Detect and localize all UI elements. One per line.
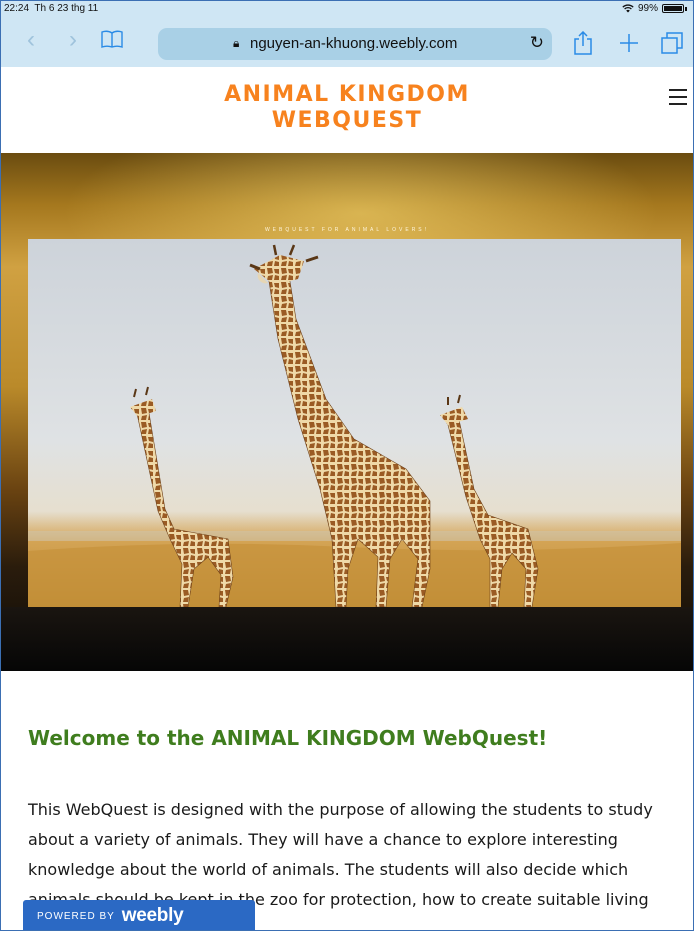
- wifi-icon: [622, 4, 634, 13]
- bookmarks-icon[interactable]: [101, 30, 123, 48]
- tabs-icon[interactable]: [661, 32, 683, 54]
- weebly-logo: weebly: [121, 905, 184, 926]
- new-tab-icon[interactable]: [619, 33, 639, 53]
- share-icon[interactable]: [573, 31, 593, 55]
- url-text: nguyen-an-khuong.weebly.com: [250, 35, 458, 52]
- giraffe-photo: [28, 239, 681, 607]
- site-header: ANIMAL KINGDOM WEBQUEST: [1, 67, 693, 153]
- site-title[interactable]: ANIMAL KINGDOM WEBQUEST: [1, 82, 693, 134]
- back-icon[interactable]: ‹: [27, 25, 35, 55]
- giraffes-illustration: [28, 244, 681, 607]
- site-title-line1: ANIMAL KINGDOM: [224, 82, 470, 107]
- menu-icon[interactable]: [669, 89, 687, 110]
- powered-by-label: POWERED BY: [37, 910, 115, 922]
- battery-icon: [662, 4, 684, 13]
- status-time: 22:24 Th 6 23 thg 11: [4, 3, 98, 14]
- powered-by-weebly-badge[interactable]: POWERED BY weebly: [23, 900, 255, 930]
- date: Th 6 23 thg 11: [34, 3, 99, 14]
- address-bar[interactable]: 🔒︎ nguyen-an-khuong.weebly.com ↻: [158, 28, 552, 60]
- battery-cap: [685, 6, 687, 11]
- site-title-line2: WEBQUEST: [271, 108, 423, 133]
- welcome-heading: Welcome to the ANIMAL KINGDOM WebQuest!: [28, 726, 548, 750]
- lock-icon: 🔒︎: [233, 36, 240, 50]
- reload-icon[interactable]: ↻: [530, 33, 544, 53]
- hero-bottom-shade: [1, 607, 693, 671]
- clock: 22:24: [4, 3, 30, 14]
- battery-percent: 99%: [637, 3, 658, 14]
- hero-banner: WEBQUEST FOR ANIMAL LOVERS!: [1, 153, 693, 671]
- browser-toolbar: ‹ › 🔒︎ nguyen-an-khuong.weebly.com ↻: [1, 19, 693, 67]
- hero-tagline: WEBQUEST FOR ANIMAL LOVERS!: [264, 227, 430, 233]
- forward-icon[interactable]: ›: [69, 25, 77, 55]
- status-bar: 22:24 Th 6 23 thg 11 99%: [1, 1, 693, 19]
- browser-window: 22:24 Th 6 23 thg 11 99% ‹ › 🔒︎ nguyen-a…: [0, 0, 694, 931]
- status-right: 99%: [622, 3, 687, 14]
